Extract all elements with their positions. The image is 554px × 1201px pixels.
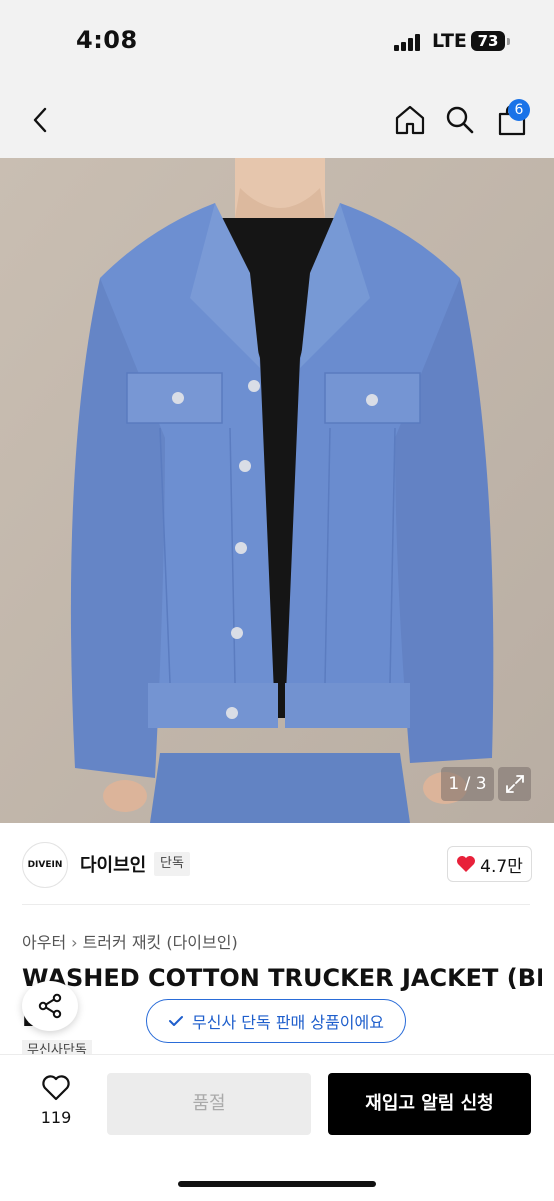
brand-exclusive-tag: 단독 xyxy=(154,852,190,876)
exclusive-notice-text: 무신사 단독 판매 상품이에요 xyxy=(192,1013,384,1032)
divider xyxy=(22,904,530,905)
home-icon xyxy=(395,105,425,135)
cart-count-badge: 6 xyxy=(508,99,530,121)
share-button[interactable] xyxy=(22,981,78,1031)
product-title: WASHED COTTON TRUCKER JACKET (BLU xyxy=(22,964,542,992)
product-image[interactable] xyxy=(0,158,554,823)
brand-name[interactable]: 다이브인 xyxy=(80,851,146,877)
heart-outline-icon xyxy=(42,1075,70,1101)
brand-like-button[interactable]: 4.7만 xyxy=(447,846,532,882)
check-icon xyxy=(169,1016,184,1026)
image-counter: 1 / 3 xyxy=(441,767,494,801)
share-icon xyxy=(38,993,62,1019)
exclusive-notice-pill: 무신사 단독 판매 상품이에요 xyxy=(146,999,406,1043)
soldout-button[interactable]: 품절 xyxy=(107,1073,311,1135)
wishlist-count: 119 xyxy=(40,1108,72,1127)
home-button[interactable] xyxy=(390,100,430,140)
wishlist-button[interactable]: 119 xyxy=(30,1074,82,1127)
breadcrumb: 아우터 › 트러커 재킷 (다이브인) xyxy=(22,929,238,953)
restock-alert-button[interactable]: 재입고 알림 신청 xyxy=(328,1073,531,1135)
expand-button[interactable] xyxy=(498,767,531,801)
search-icon xyxy=(446,106,474,134)
heart-icon xyxy=(457,856,476,872)
signal-icon xyxy=(394,33,424,51)
expand-icon xyxy=(505,775,524,793)
chevron-left-icon xyxy=(33,107,47,133)
chevron-right-icon: › xyxy=(71,933,78,952)
network-type: LTE xyxy=(432,30,467,52)
brand-like-count: 4.7만 xyxy=(480,856,523,877)
breadcrumb-category[interactable]: 아우터 xyxy=(22,933,66,952)
status-time: 4:08 xyxy=(76,26,138,54)
breadcrumb-subcategory[interactable]: 트러커 재킷 (다이브인) xyxy=(83,933,238,952)
battery-tip xyxy=(507,38,510,45)
brand-logo[interactable]: DIVEIN xyxy=(22,842,68,888)
status-bar: 4:08 LTE 73 xyxy=(0,0,554,84)
search-button[interactable] xyxy=(440,100,480,140)
battery-icon: 73 xyxy=(471,31,505,51)
jacket-photo-illustration xyxy=(0,158,554,823)
home-indicator xyxy=(178,1181,376,1187)
back-button[interactable] xyxy=(20,100,60,140)
